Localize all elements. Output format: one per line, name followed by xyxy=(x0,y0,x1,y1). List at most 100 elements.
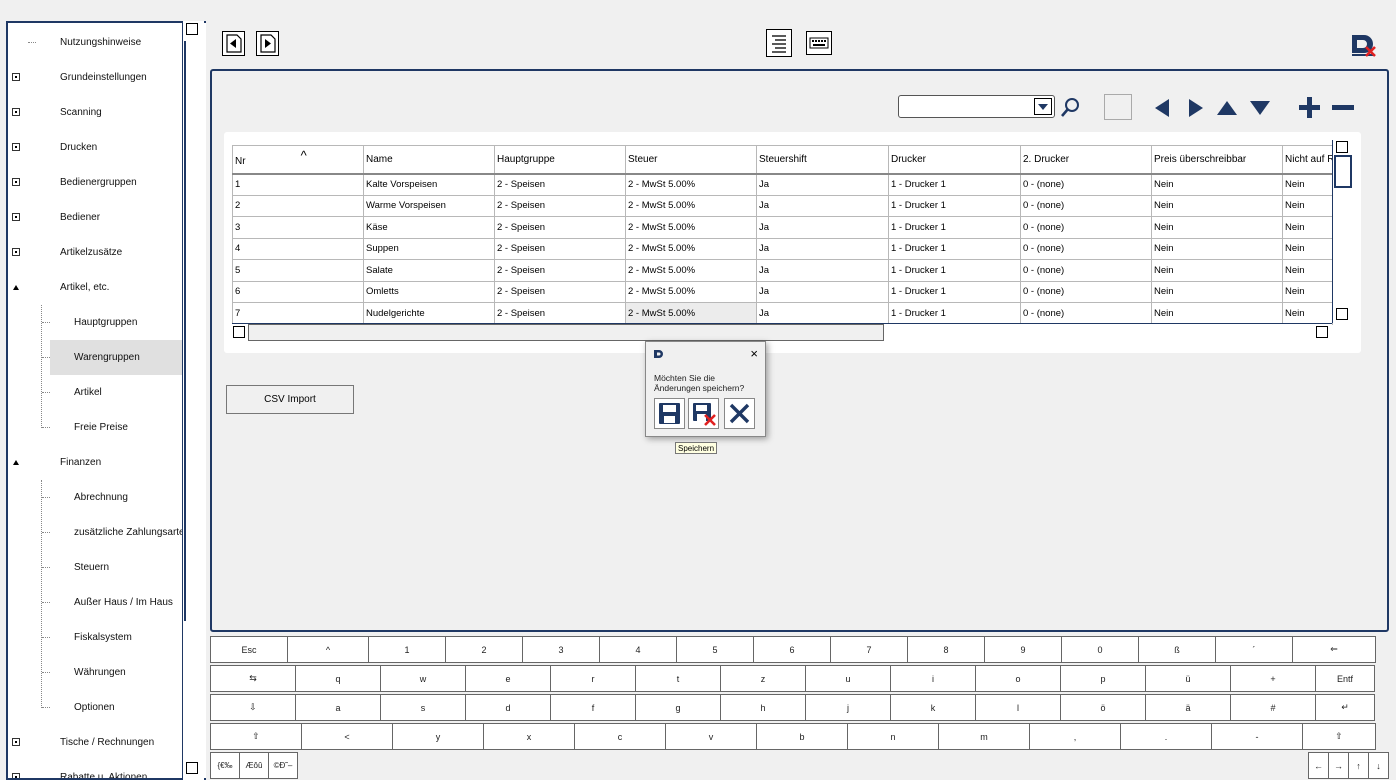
key-enter[interactable]: ↵ xyxy=(1315,694,1375,721)
keyboard-layout-button[interactable]: Æôû xyxy=(239,752,269,779)
save-icon[interactable] xyxy=(654,398,685,429)
expand-icon[interactable] xyxy=(12,73,20,81)
scroll-down-button[interactable] xyxy=(1336,308,1348,320)
key-8[interactable]: 8 xyxy=(907,636,985,663)
table-cell[interactable]: 3 xyxy=(232,216,364,239)
expand-icon[interactable] xyxy=(12,738,20,746)
column-header[interactable]: Steuer xyxy=(625,145,757,175)
table-cell[interactable]: Nein xyxy=(1282,173,1333,196)
table-cell[interactable]: Nein xyxy=(1282,302,1333,325)
key-escape[interactable]: Esc xyxy=(210,636,288,663)
cancel-icon[interactable] xyxy=(724,398,755,429)
table-cell[interactable]: Nein xyxy=(1151,173,1283,196)
table-cell[interactable]: 2 xyxy=(232,194,364,217)
key-0[interactable]: 0 xyxy=(1061,636,1139,663)
key-ß[interactable]: ß xyxy=(1138,636,1216,663)
table-cell[interactable]: Nein xyxy=(1151,280,1283,303)
keyboard-layout-button[interactable]: {€‰ xyxy=(210,752,240,779)
table-cell[interactable]: 6 xyxy=(232,280,364,303)
sidebar-item-zusatzliche-zahlungsarten[interactable]: zusätzliche Zahlungsarten xyxy=(42,515,190,550)
key-y[interactable]: y xyxy=(392,723,484,750)
column-header[interactable]: 2. Drucker xyxy=(1020,145,1152,175)
scroll-up-button[interactable] xyxy=(186,23,198,35)
key-period[interactable]: . xyxy=(1120,723,1212,750)
key-delete[interactable]: Entf xyxy=(1315,665,1375,692)
table-row[interactable]: 7 Nudelgerichte 2 - Speisen 2 - MwSt 5.00% J… xyxy=(232,302,1333,325)
table-cell[interactable]: Nein xyxy=(1282,194,1333,217)
arrow-down-key[interactable]: ↓ xyxy=(1368,752,1389,779)
key-f[interactable]: f xyxy=(550,694,636,721)
table-cell[interactable]: 0 - (none) xyxy=(1020,173,1152,196)
sidebar-item-abrechnung[interactable]: Abrechnung xyxy=(42,480,186,515)
scroll-up-button[interactable] xyxy=(1336,141,1348,153)
close-icon[interactable]: × xyxy=(750,346,758,361)
table-cell[interactable]: Nein xyxy=(1151,237,1283,260)
key-6[interactable]: 6 xyxy=(753,636,831,663)
expand-icon[interactable] xyxy=(12,248,20,256)
column-header[interactable]: Nicht auf R xyxy=(1282,145,1333,175)
chevron-down-icon[interactable] xyxy=(1034,98,1052,115)
table-cell[interactable]: 1 - Drucker 1 xyxy=(888,302,1021,325)
key-n[interactable]: n xyxy=(847,723,939,750)
table-row[interactable]: 2 Warme Vorspeisen 2 - Speisen 2 - MwSt 5.0… xyxy=(232,194,1333,217)
collapse-icon[interactable] xyxy=(13,285,19,290)
sidebar-item-freie-preise[interactable]: Freie Preise xyxy=(42,410,186,445)
table-cell[interactable]: 2 - MwSt 5.00% xyxy=(625,216,757,239)
key-u[interactable]: u xyxy=(805,665,891,692)
keyboard-toggle-icon[interactable] xyxy=(806,31,832,55)
table-cell[interactable]: 2 - MwSt 5.00% xyxy=(625,259,757,282)
table-cell[interactable]: Nein xyxy=(1151,302,1283,325)
table-cell[interactable]: Ja xyxy=(756,280,889,303)
table-cell[interactable]: Nein xyxy=(1151,194,1283,217)
table-cell[interactable]: 1 - Drucker 1 xyxy=(888,216,1021,239)
expand-icon[interactable] xyxy=(12,773,20,778)
list-view-icon[interactable] xyxy=(766,29,792,57)
table-cell[interactable]: 2 - MwSt 5.00% xyxy=(625,173,757,196)
key-g[interactable]: g xyxy=(635,694,721,721)
key-comma[interactable]: , xyxy=(1029,723,1121,750)
key-minus[interactable]: - xyxy=(1211,723,1303,750)
table-cell[interactable]: 0 - (none) xyxy=(1020,302,1152,325)
table-row[interactable]: 1 Kalte Vorspeisen 2 - Speisen 2 - MwSt 5.0… xyxy=(232,173,1333,196)
table-cell[interactable]: Ja xyxy=(756,237,889,260)
nav-down-icon[interactable] xyxy=(1246,94,1274,122)
key-j[interactable]: j xyxy=(805,694,891,721)
table-cell[interactable]: 1 - Drucker 1 xyxy=(888,194,1021,217)
key-3[interactable]: 3 xyxy=(522,636,600,663)
sidebar-item-finanzen[interactable]: Finanzen xyxy=(8,445,186,480)
nav-left-icon[interactable] xyxy=(1149,94,1177,122)
table-cell[interactable]: 2 - MwSt 5.00% xyxy=(625,237,757,260)
sidebar-item-bedienergruppen[interactable]: Bedienergruppen xyxy=(8,165,186,200)
table-row[interactable]: 5 Salate 2 - Speisen 2 - MwSt 5.00% Ja 1 - Dr… xyxy=(232,259,1333,282)
scrollbar-thumb[interactable] xyxy=(184,41,204,621)
scrollbar-thumb[interactable] xyxy=(1334,155,1352,188)
key-o[interactable]: o xyxy=(975,665,1061,692)
key-t[interactable]: t xyxy=(635,665,721,692)
key-shift[interactable]: ⇧ xyxy=(1302,723,1376,750)
expand-icon[interactable] xyxy=(12,213,20,221)
nav-up-icon[interactable] xyxy=(1213,94,1241,122)
key-s[interactable]: s xyxy=(380,694,466,721)
arrow-left-key[interactable]: ← xyxy=(1308,752,1329,779)
key-caps-lock[interactable]: ⇩ xyxy=(210,694,296,721)
table-cell[interactable]: Warme Vorspeisen xyxy=(363,194,495,217)
key-b[interactable]: b xyxy=(756,723,848,750)
table-cell[interactable]: 0 - (none) xyxy=(1020,280,1152,303)
table-cell[interactable]: 2 - Speisen xyxy=(494,237,626,260)
arrow-right-key[interactable]: → xyxy=(1328,752,1349,779)
column-header[interactable]: Hauptgruppe xyxy=(494,145,626,175)
table-cell[interactable]: 2 - Speisen xyxy=(494,173,626,196)
sidebar-item-tische-rechnungen[interactable]: Tische / Rechnungen xyxy=(8,725,186,760)
sidebar-item-rabatte-u-aktionen[interactable]: Rabatte u. Aktionen xyxy=(8,760,186,778)
key-shift[interactable]: ⇧ xyxy=(210,723,302,750)
column-header[interactable]: Steuershift xyxy=(756,145,889,175)
key-hash[interactable]: # xyxy=(1230,694,1316,721)
nav-right-icon[interactable] xyxy=(1181,94,1209,122)
table-cell[interactable]: Nein xyxy=(1151,216,1283,239)
table-cell[interactable]: 2 - Speisen xyxy=(494,216,626,239)
sidebar-item-artikel-etc[interactable]: Artikel, etc. xyxy=(8,270,186,305)
column-header[interactable]: Name xyxy=(363,145,495,175)
key-k[interactable]: k xyxy=(890,694,976,721)
arrow-up-key[interactable]: ↑ xyxy=(1348,752,1369,779)
table-cell[interactable]: 1 - Drucker 1 xyxy=(888,237,1021,260)
